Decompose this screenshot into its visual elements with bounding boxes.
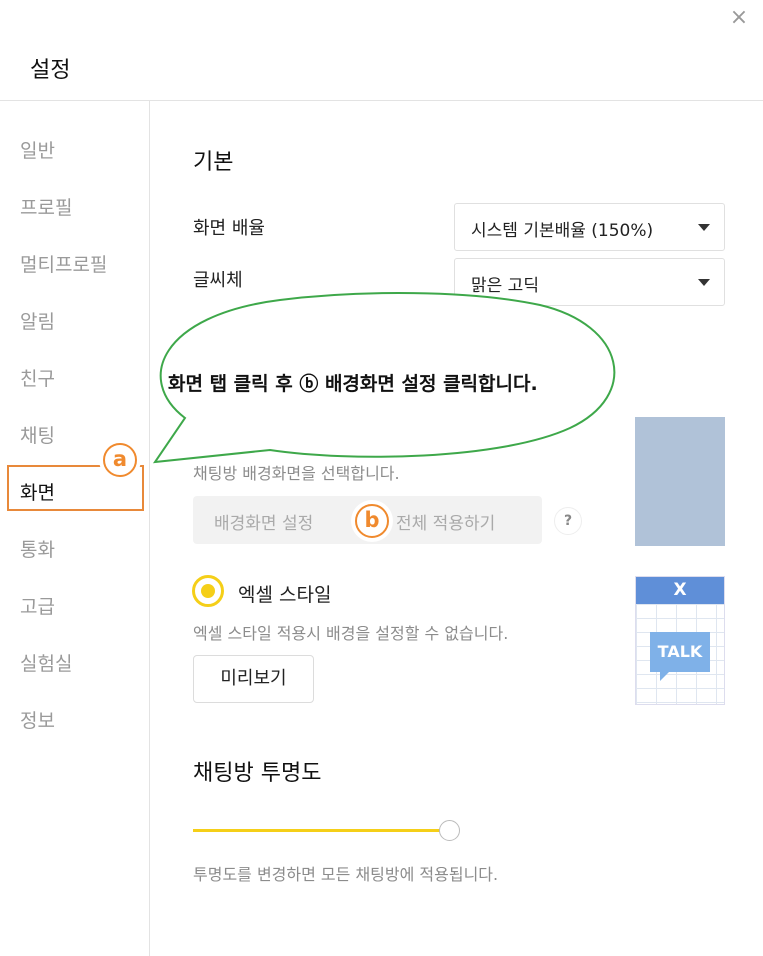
sidebar-item-advanced[interactable]: 고급 — [20, 592, 55, 619]
sidebar-item-display[interactable]: 화면 — [20, 478, 55, 505]
font-select[interactable]: 맑은 고딕 — [454, 258, 725, 306]
sidebar-item-multiprofile[interactable]: 멀티프로필 — [20, 250, 107, 277]
preview-button[interactable]: 미리보기 — [193, 655, 314, 703]
zoom-label: 화면 배율 — [193, 218, 265, 239]
sidebar-item-general[interactable]: 일반 — [20, 136, 55, 163]
excel-style-desc: 엑셀 스타일 적용시 배경을 설정할 수 없습니다. — [193, 624, 509, 643]
transparency-slider-knob[interactable] — [439, 820, 460, 841]
callout-text: 화면 탭 클릭 후 ⓑ 배경화면 설정 클릭합니다. — [168, 373, 538, 395]
window-title: 설정 — [30, 58, 71, 83]
sidebar-item-calls[interactable]: 통화 — [20, 535, 55, 562]
transparency-desc: 투명도를 변경하면 모든 채팅방에 적용됩니다. — [193, 865, 499, 884]
zoom-select[interactable]: 시스템 기본배율 (150%) — [454, 203, 725, 251]
excel-style-radio[interactable] — [192, 575, 224, 607]
section-title-transparency: 채팅방 투명도 — [193, 761, 322, 786]
zoom-select-value: 시스템 기본배율 (150%) — [471, 221, 654, 241]
chevron-down-icon — [698, 279, 710, 286]
excel-logo-icon: X — [636, 577, 724, 604]
talk-bubble-icon: TALK — [650, 632, 710, 681]
badge-b-icon: b — [355, 504, 389, 538]
help-icon[interactable]: ? — [554, 507, 582, 535]
badge-a-icon: a — [103, 443, 137, 477]
apply-all-label: 전체 적용하기 — [396, 514, 496, 534]
excel-style-label: 엑셀 스타일 — [238, 584, 332, 606]
sidebar-item-friends[interactable]: 친구 — [20, 364, 55, 391]
sidebar-item-profile[interactable]: 프로필 — [20, 193, 72, 220]
background-setting-label: 배경화면 설정 — [214, 514, 314, 534]
background-desc: 채팅방 배경화면을 선택합니다. — [193, 464, 400, 483]
close-icon[interactable]: × — [729, 7, 749, 29]
section-title-basic: 기본 — [193, 150, 234, 175]
background-preview[interactable] — [635, 417, 725, 546]
sidebar-item-notifications[interactable]: 알림 — [20, 307, 55, 334]
transparency-slider-track[interactable] — [193, 829, 450, 832]
chevron-down-icon — [698, 224, 710, 231]
sidebar-item-chat[interactable]: 채팅 — [20, 421, 55, 448]
sidebar — [0, 101, 150, 956]
excel-style-preview: X TALK — [635, 576, 725, 705]
font-select-value: 맑은 고딕 — [471, 276, 539, 296]
sidebar-item-labs[interactable]: 실험실 — [20, 649, 72, 676]
sidebar-item-info[interactable]: 정보 — [20, 706, 55, 733]
font-label: 글씨체 — [193, 270, 243, 291]
